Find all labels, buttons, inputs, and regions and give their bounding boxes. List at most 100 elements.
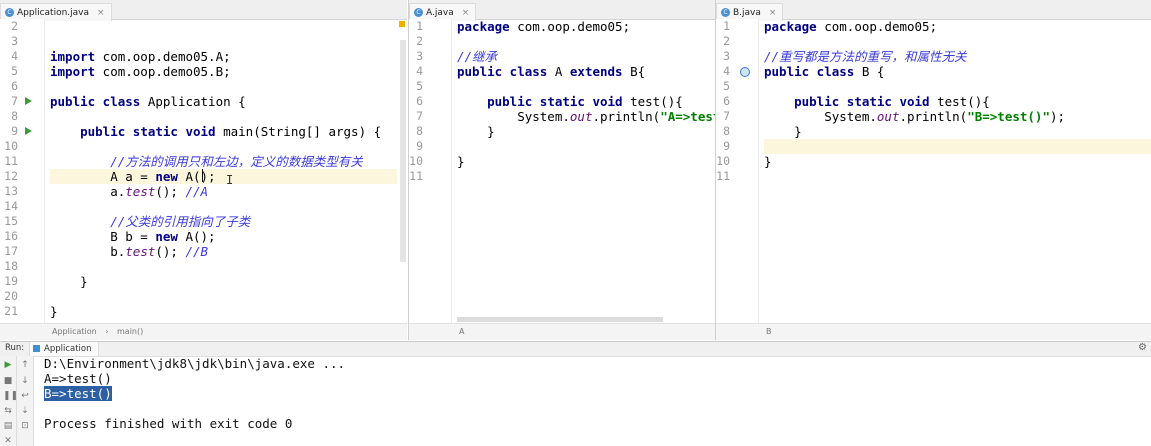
line-number: 8: [723, 124, 730, 138]
run-class-icon[interactable]: [25, 97, 32, 105]
line-number: 13: [4, 184, 18, 198]
console-output[interactable]: D:\Environment\jdk8\jdk\bin\java.exe ...…: [44, 356, 345, 431]
breadcrumb-class[interactable]: B: [766, 327, 772, 336]
line-number: 11: [716, 169, 730, 183]
line-number: 6: [11, 79, 18, 93]
code-line: import com.oop.demo05.B;: [50, 64, 231, 79]
editor-pane-application: C Application.java × 2 3 4 5 6 7 8 9 10 …: [0, 0, 407, 340]
line-number: 9: [416, 139, 423, 153]
code-line: a.test(); //A: [50, 184, 209, 199]
run-side-toolbar-2: ↑ ↓ ↩ ⇣ ⊡: [17, 356, 34, 446]
run-main-icon[interactable]: [25, 127, 32, 135]
line-number: 16: [4, 229, 18, 243]
console-line: Process finished with exit code 0: [44, 416, 293, 431]
code-area[interactable]: package com.oop.demo05; //继承 public clas…: [457, 19, 715, 324]
tab-label: A.java: [426, 7, 454, 18]
line-number: 7: [11, 94, 18, 108]
code-line: System.out.println("A=>test()");: [457, 109, 715, 124]
close-icon[interactable]: ×: [769, 8, 777, 18]
run-tab-label: Application: [44, 344, 92, 354]
pin-icon[interactable]: ⊡: [20, 421, 30, 431]
code-line: public class Application {: [50, 94, 246, 109]
line-number: 2: [723, 34, 730, 48]
mouse-ibeam-icon: I: [226, 173, 234, 187]
run-toolbar: Run: Application ⚙: [0, 341, 1151, 357]
code-line: b.test(); //B: [50, 244, 209, 259]
code-line: public static void test(){: [487, 94, 683, 109]
print-icon[interactable]: ▤: [3, 421, 13, 431]
breadcrumb-class[interactable]: A: [459, 327, 464, 336]
line-number: 11: [4, 154, 18, 168]
line-number: 6: [416, 94, 423, 108]
soft-wrap-icon[interactable]: ↩: [20, 391, 30, 401]
line-number: 8: [11, 109, 18, 123]
line-number: 3: [723, 49, 730, 63]
code-line: }: [50, 304, 58, 319]
line-number: 4: [11, 49, 18, 63]
text-cursor: [202, 169, 203, 182]
line-gutter: 1 2 3 4 5 6 7 8 9 10 11: [716, 19, 759, 324]
delete-icon[interactable]: ✕: [3, 436, 13, 446]
stop-icon[interactable]: ■: [3, 376, 13, 386]
overridden-method-icon[interactable]: [740, 67, 750, 77]
horizontal-scrollbar[interactable]: [457, 317, 663, 322]
editor-pane-a: C A.java × 1 2 3 4 5 6 7 8 9 10 11 packa…: [408, 0, 715, 340]
line-number: 5: [11, 64, 18, 78]
line-number: 2: [416, 34, 423, 48]
line-gutter: 2 3 4 5 6 7 8 9 10 11 12 13 14 15 16 17 …: [0, 19, 45, 324]
line-number: 19: [4, 274, 18, 288]
line-number: 10: [409, 154, 423, 168]
code-line: public class B {: [764, 64, 885, 79]
line-number: 20: [4, 289, 18, 303]
close-icon[interactable]: ×: [462, 8, 470, 18]
code-line: System.out.println("B=>test()");: [764, 109, 1066, 124]
arrow-down-icon[interactable]: ↓: [20, 376, 30, 386]
line-gutter: 1 2 3 4 5 6 7 8 9 10 11: [409, 19, 452, 324]
application-icon: [33, 345, 40, 352]
warning-marker: [399, 21, 405, 27]
class-icon: C: [5, 8, 14, 17]
line-number: 5: [416, 79, 423, 93]
line-number: 12: [4, 169, 18, 183]
line-number: 18: [4, 259, 18, 273]
close-icon[interactable]: ×: [97, 8, 105, 18]
breadcrumb-method[interactable]: main(): [117, 327, 143, 336]
line-number: 1: [416, 19, 423, 33]
scroll-end-icon[interactable]: ⇣: [20, 406, 30, 416]
code-line: }: [457, 124, 495, 139]
rerun-icon[interactable]: ▶: [3, 360, 13, 370]
arrow-up-icon[interactable]: ↑: [20, 360, 30, 370]
run-side-toolbar: ▶ ■ ❚❚ ⇆ ▤ ✕: [0, 356, 18, 446]
line-number: 4: [723, 64, 730, 78]
run-label: Run:: [5, 343, 25, 353]
chevron-right-icon: ›: [105, 327, 109, 336]
tab-run-application[interactable]: Application: [29, 342, 99, 356]
code-line: public class A extends B{: [457, 64, 646, 79]
pause-icon[interactable]: ❚❚: [3, 391, 18, 401]
code-area[interactable]: import com.oop.demo05.A; import com.oop.…: [50, 19, 397, 324]
gear-icon[interactable]: ⚙: [1138, 342, 1147, 353]
code-area[interactable]: package com.oop.demo05; //重写都是方法的重写，和属性无…: [764, 19, 1151, 324]
code-line: package com.oop.demo05;: [764, 19, 938, 34]
breadcrumb: A: [409, 323, 715, 340]
code-line-comment: //父类的引用指向了子类: [50, 214, 251, 229]
settings-icon[interactable]: ⇆: [3, 406, 13, 416]
breadcrumb-class[interactable]: Application: [52, 327, 97, 336]
line-number: 10: [716, 154, 730, 168]
line-number: 3: [11, 34, 18, 48]
vertical-scrollbar[interactable]: [400, 40, 406, 262]
line-number: 2: [11, 19, 18, 33]
line-number: 8: [416, 124, 423, 138]
